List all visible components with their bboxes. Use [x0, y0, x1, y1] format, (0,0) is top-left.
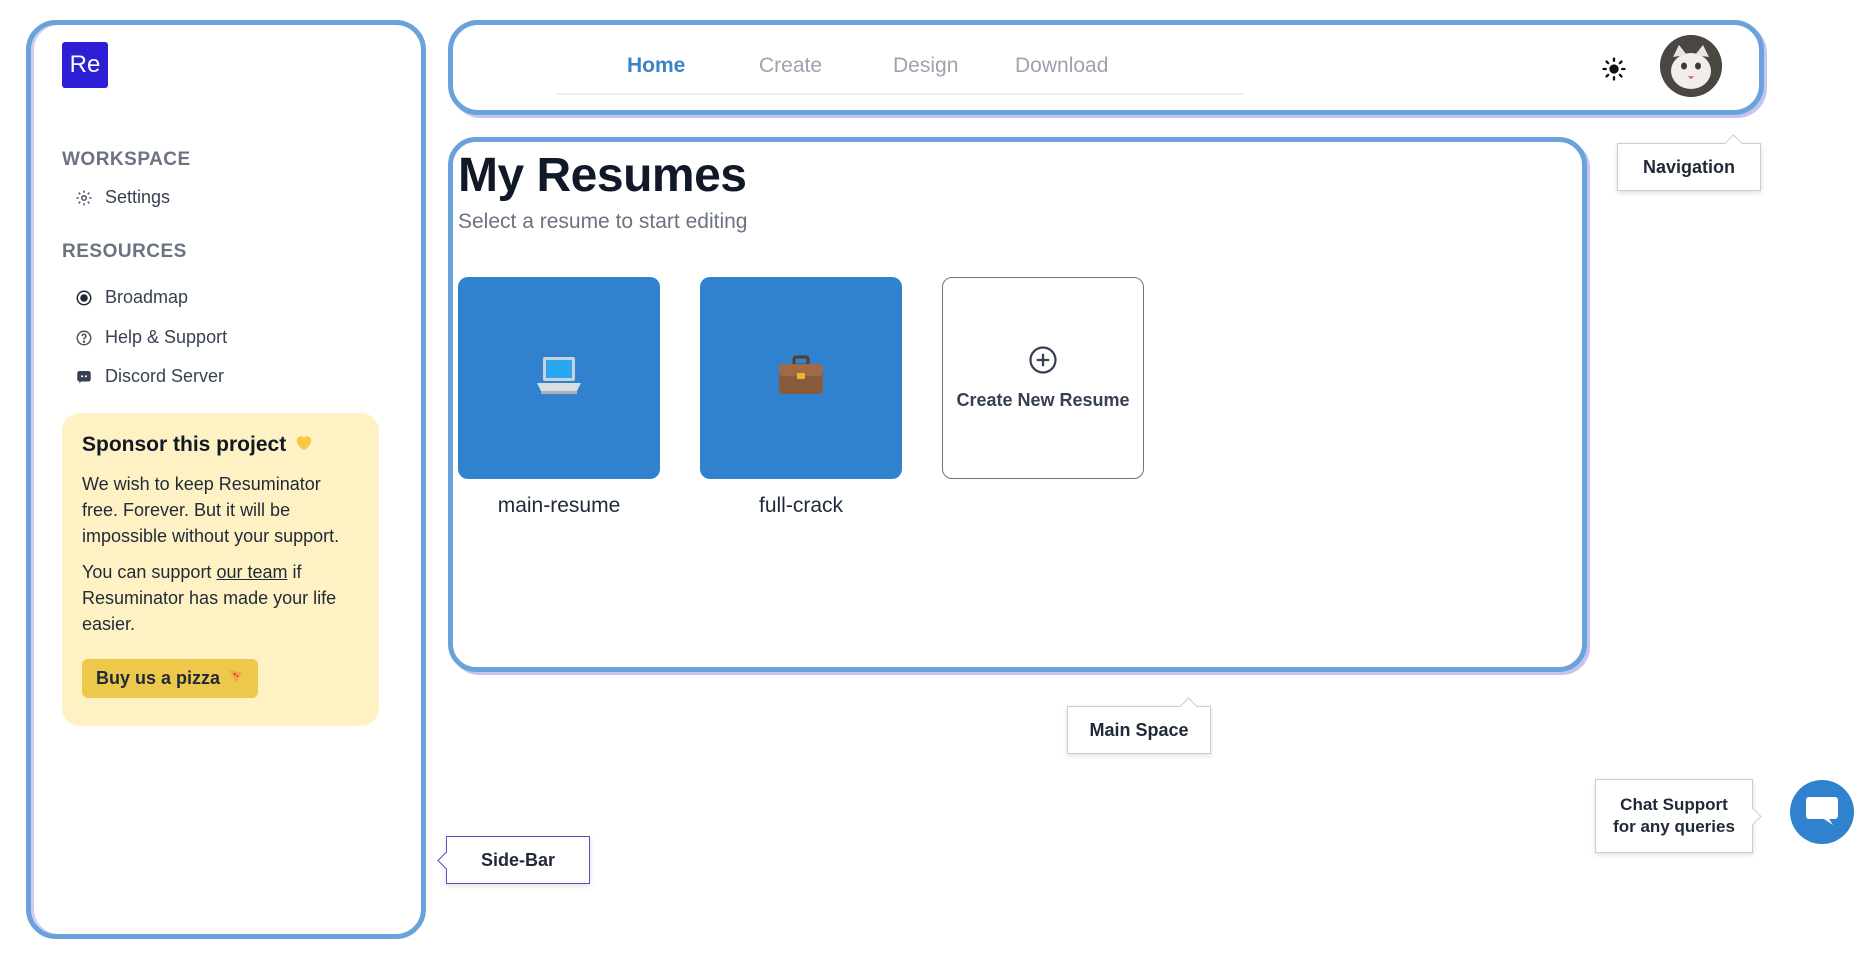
sidebar-item-settings[interactable]: Settings: [75, 187, 170, 208]
create-new-resume-label: Create New Resume: [956, 390, 1130, 410]
chat-support-tooltip: Chat Support for any queries: [1595, 779, 1753, 853]
sun-icon[interactable]: [1600, 55, 1628, 83]
radio-target-icon: [75, 289, 93, 307]
chat-support-button[interactable]: [1790, 780, 1854, 844]
tab-download[interactable]: Download: [1015, 54, 1108, 78]
main-space-tooltip: Main Space: [1067, 706, 1211, 754]
create-new-resume-button[interactable]: Create New Resume: [942, 277, 1144, 479]
app-logo[interactable]: Re: [62, 42, 108, 88]
sponsor-text: We wish to keep Resuminator free. Foreve…: [82, 474, 340, 546]
resume-name: main-resume: [497, 494, 621, 517]
resume-card-full-crack[interactable]: [700, 277, 902, 479]
sidebar-item-discord[interactable]: Discord Server: [75, 366, 224, 387]
top-navigation: Home Create Design Download: [448, 20, 1764, 115]
avatar[interactable]: [1660, 35, 1722, 97]
pizza-icon: [228, 668, 244, 689]
sponsor-title: Sponsor this project: [82, 433, 359, 457]
sidebar-item-label: Broadmap: [105, 287, 189, 307]
workspace-heading: WORKSPACE: [62, 149, 191, 170]
page-subtitle: Select a resume to start editing: [458, 210, 748, 233]
side-bar-tooltip: Side-Bar: [446, 836, 590, 884]
chat-bubble-icon: [1805, 794, 1839, 831]
briefcase-icon: [777, 355, 825, 402]
gear-icon: [75, 189, 93, 207]
resources-heading: RESOURCES: [62, 241, 187, 262]
our-team-link[interactable]: our team: [216, 562, 287, 582]
sidebar-item-broadmap[interactable]: Broadmap: [75, 287, 188, 308]
laptop-icon: [535, 355, 583, 402]
tab-create[interactable]: Create: [759, 54, 822, 78]
question-circle-icon: [75, 329, 93, 347]
buy-pizza-button[interactable]: Buy us a pizza: [82, 659, 259, 698]
sponsor-card: Sponsor this project We wish to keep Res…: [62, 413, 379, 726]
plus-circle-icon: [1028, 345, 1058, 380]
sidebar: Re WORKSPACE Settings RESOURCES Broadmap…: [26, 20, 426, 939]
yellow-heart-icon: [294, 433, 314, 457]
sidebar-item-help-support[interactable]: Help & Support: [75, 327, 227, 348]
navigation-tooltip: Navigation: [1617, 143, 1761, 191]
page-title: My Resumes: [458, 149, 747, 202]
sidebar-item-label: Discord Server: [105, 366, 225, 386]
resume-card-main-resume[interactable]: [458, 277, 660, 479]
main-space: My Resumes Select a resume to start edit…: [448, 137, 1587, 672]
sidebar-item-label: Help & Support: [105, 327, 228, 347]
tab-home[interactable]: Home: [627, 54, 685, 78]
nav-tabs: Home Create Design Download: [555, 25, 1243, 95]
sidebar-item-label: Settings: [105, 187, 171, 207]
tab-design[interactable]: Design: [893, 54, 958, 78]
resume-name: full-crack: [758, 494, 843, 517]
sponsor-text-support: You can support our team if Resuminator …: [82, 562, 337, 634]
discord-icon: [75, 368, 93, 386]
